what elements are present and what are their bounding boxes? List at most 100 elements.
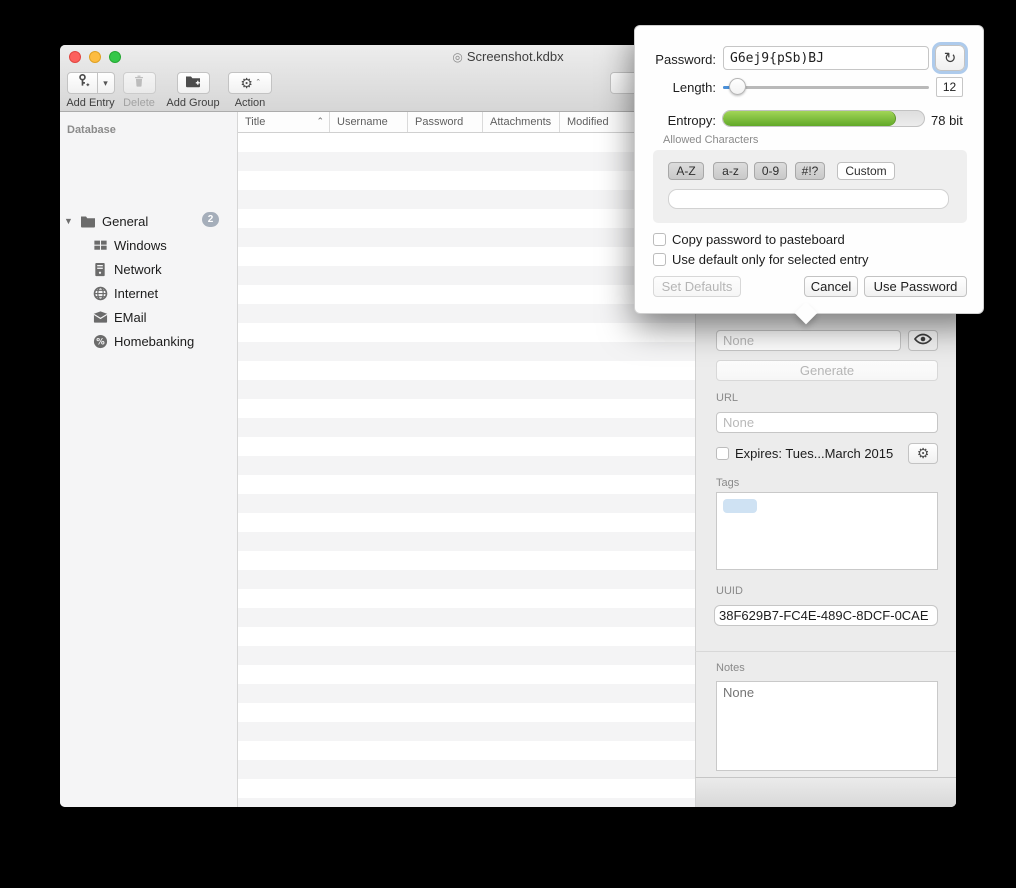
toolbar-delete: Delete	[121, 72, 157, 109]
generate-button[interactable]: Generate	[716, 360, 938, 381]
allowed-characters-box: A-Z a-z 0-9 #!? Custom	[653, 150, 967, 223]
eye-icon	[914, 332, 932, 350]
percent-icon: %	[92, 333, 108, 349]
set-defaults-button[interactable]: Set Defaults	[653, 276, 741, 297]
charset-custom-button[interactable]: Custom	[837, 162, 895, 180]
tags-section-label: Tags	[716, 477, 739, 489]
sort-ascending-icon: ⌃	[316, 116, 324, 127]
entry-table: Title ⌃ Username Password Attachments Mo…	[238, 112, 695, 807]
column-header-title[interactable]: Title ⌃	[238, 112, 330, 132]
delete-label: Delete	[121, 97, 157, 109]
generated-password-label: Password:	[635, 52, 716, 67]
folder-plus-icon	[185, 74, 201, 93]
length-label: Length:	[635, 80, 716, 95]
sidebar-item-homebanking[interactable]: % Homebanking	[92, 332, 238, 350]
entropy-meter	[722, 110, 925, 127]
sidebar-item-network[interactable]: Network	[92, 260, 238, 278]
expires-checkbox[interactable]	[716, 447, 729, 460]
add-entry-button[interactable]	[67, 72, 98, 94]
column-header-attachments[interactable]: Attachments	[483, 112, 560, 132]
inspector-footer	[695, 777, 956, 807]
chevron-down-icon: ▾	[103, 78, 108, 89]
group-sidebar: Database ▼ General 2 Windows Network	[60, 112, 238, 807]
tags-box[interactable]	[716, 492, 938, 570]
sidebar-item-email[interactable]: EMail	[92, 308, 238, 326]
tag-token[interactable]	[723, 499, 757, 513]
disclosure-triangle-icon[interactable]: ▼	[64, 216, 73, 226]
envelope-icon	[92, 309, 108, 325]
windows-icon	[92, 237, 108, 253]
reveal-password-button[interactable]	[908, 330, 938, 351]
toolbar-action: ⚙ ˆ﻿ Action	[227, 72, 273, 109]
entropy-label: Entropy:	[635, 113, 716, 128]
sidebar-item-label: Windows	[114, 238, 167, 253]
gear-icon: ⚙	[240, 75, 253, 92]
length-slider-thumb[interactable]	[729, 78, 746, 95]
regenerate-password-button[interactable]: ↻	[935, 45, 965, 71]
expires-settings-button[interactable]: ⚙	[908, 443, 938, 464]
allowed-characters-label: Allowed Characters	[663, 134, 758, 146]
action-button[interactable]: ⚙ ˆ	[228, 72, 272, 94]
length-value-input[interactable]	[936, 77, 963, 97]
svg-text:%: %	[96, 336, 105, 346]
url-section-label: URL	[716, 392, 738, 404]
document-icon: ◎	[452, 50, 462, 64]
notes-textarea[interactable]	[716, 681, 938, 771]
sidebar-item-label: EMail	[114, 310, 147, 325]
column-header-password[interactable]: Password	[408, 112, 483, 132]
sidebar-item-internet[interactable]: Internet	[92, 284, 238, 302]
use-default-label: Use default only for selected entry	[672, 252, 869, 267]
entropy-value: 78 bit	[931, 113, 963, 128]
sidebar-item-label: Network	[114, 262, 162, 277]
add-group-label: Add Group	[163, 97, 223, 109]
charset-uppercase-button[interactable]: A-Z	[668, 162, 704, 180]
sidebar-item-label: Homebanking	[114, 334, 194, 349]
use-password-button[interactable]: Use Password	[864, 276, 967, 297]
action-label: Action	[227, 97, 273, 109]
delete-button[interactable]	[123, 72, 156, 94]
copy-to-pasteboard-row: Copy password to pasteboard	[653, 232, 845, 247]
server-icon	[92, 261, 108, 277]
globe-icon	[92, 285, 108, 301]
key-plus-icon	[75, 73, 90, 93]
charset-symbols-button[interactable]: #!?	[795, 162, 825, 180]
chevron-down-icon: ˆ	[257, 78, 260, 88]
sidebar-item-label: General	[102, 214, 148, 229]
sidebar-item-windows[interactable]: Windows	[92, 236, 238, 254]
toolbar-add-entry: ▾ Add Entry	[62, 72, 119, 109]
folder-icon	[80, 213, 96, 229]
notes-section-label: Notes	[716, 662, 745, 674]
password-input[interactable]	[716, 330, 901, 351]
toolbar-add-group: Add Group	[163, 72, 223, 109]
entry-count-badge: 2	[202, 212, 219, 227]
add-entry-label: Add Entry	[62, 97, 119, 109]
table-header: Title ⌃ Username Password Attachments Mo…	[238, 112, 695, 133]
entry-list-empty[interactable]	[238, 133, 695, 807]
cancel-button[interactable]: Cancel	[804, 276, 858, 297]
charset-digits-button[interactable]: 0-9	[754, 162, 787, 180]
charset-lowercase-button[interactable]: a-z	[713, 162, 748, 180]
password-generator-popover: Password: ↻ Length: Entropy: 78 bit Allo…	[634, 25, 984, 314]
column-header-username[interactable]: Username	[330, 112, 408, 132]
entropy-fill	[723, 111, 896, 126]
refresh-icon: ↻	[944, 49, 957, 67]
trash-icon	[132, 74, 146, 93]
inspector-divider	[695, 651, 956, 652]
add-entry-dropdown-button[interactable]: ▾	[98, 72, 115, 94]
expires-row: Expires: Tues...March 2015	[716, 446, 893, 461]
custom-characters-input[interactable]	[668, 189, 949, 209]
use-default-checkbox[interactable]	[653, 253, 666, 266]
sidebar-section-database: Database	[67, 124, 116, 136]
generated-password-input[interactable]	[723, 46, 929, 70]
use-default-row: Use default only for selected entry	[653, 252, 869, 267]
copy-to-pasteboard-checkbox[interactable]	[653, 233, 666, 246]
copy-to-pasteboard-label: Copy password to pasteboard	[672, 232, 845, 247]
gear-icon: ⚙	[917, 445, 930, 462]
url-input[interactable]	[716, 412, 938, 433]
length-slider[interactable]	[723, 86, 929, 89]
sidebar-item-label: Internet	[114, 286, 158, 301]
add-group-button[interactable]	[177, 72, 210, 94]
uuid-input[interactable]	[714, 605, 938, 626]
sidebar-item-general[interactable]: ▼ General 2	[60, 212, 238, 230]
uuid-section-label: UUID	[716, 585, 743, 597]
